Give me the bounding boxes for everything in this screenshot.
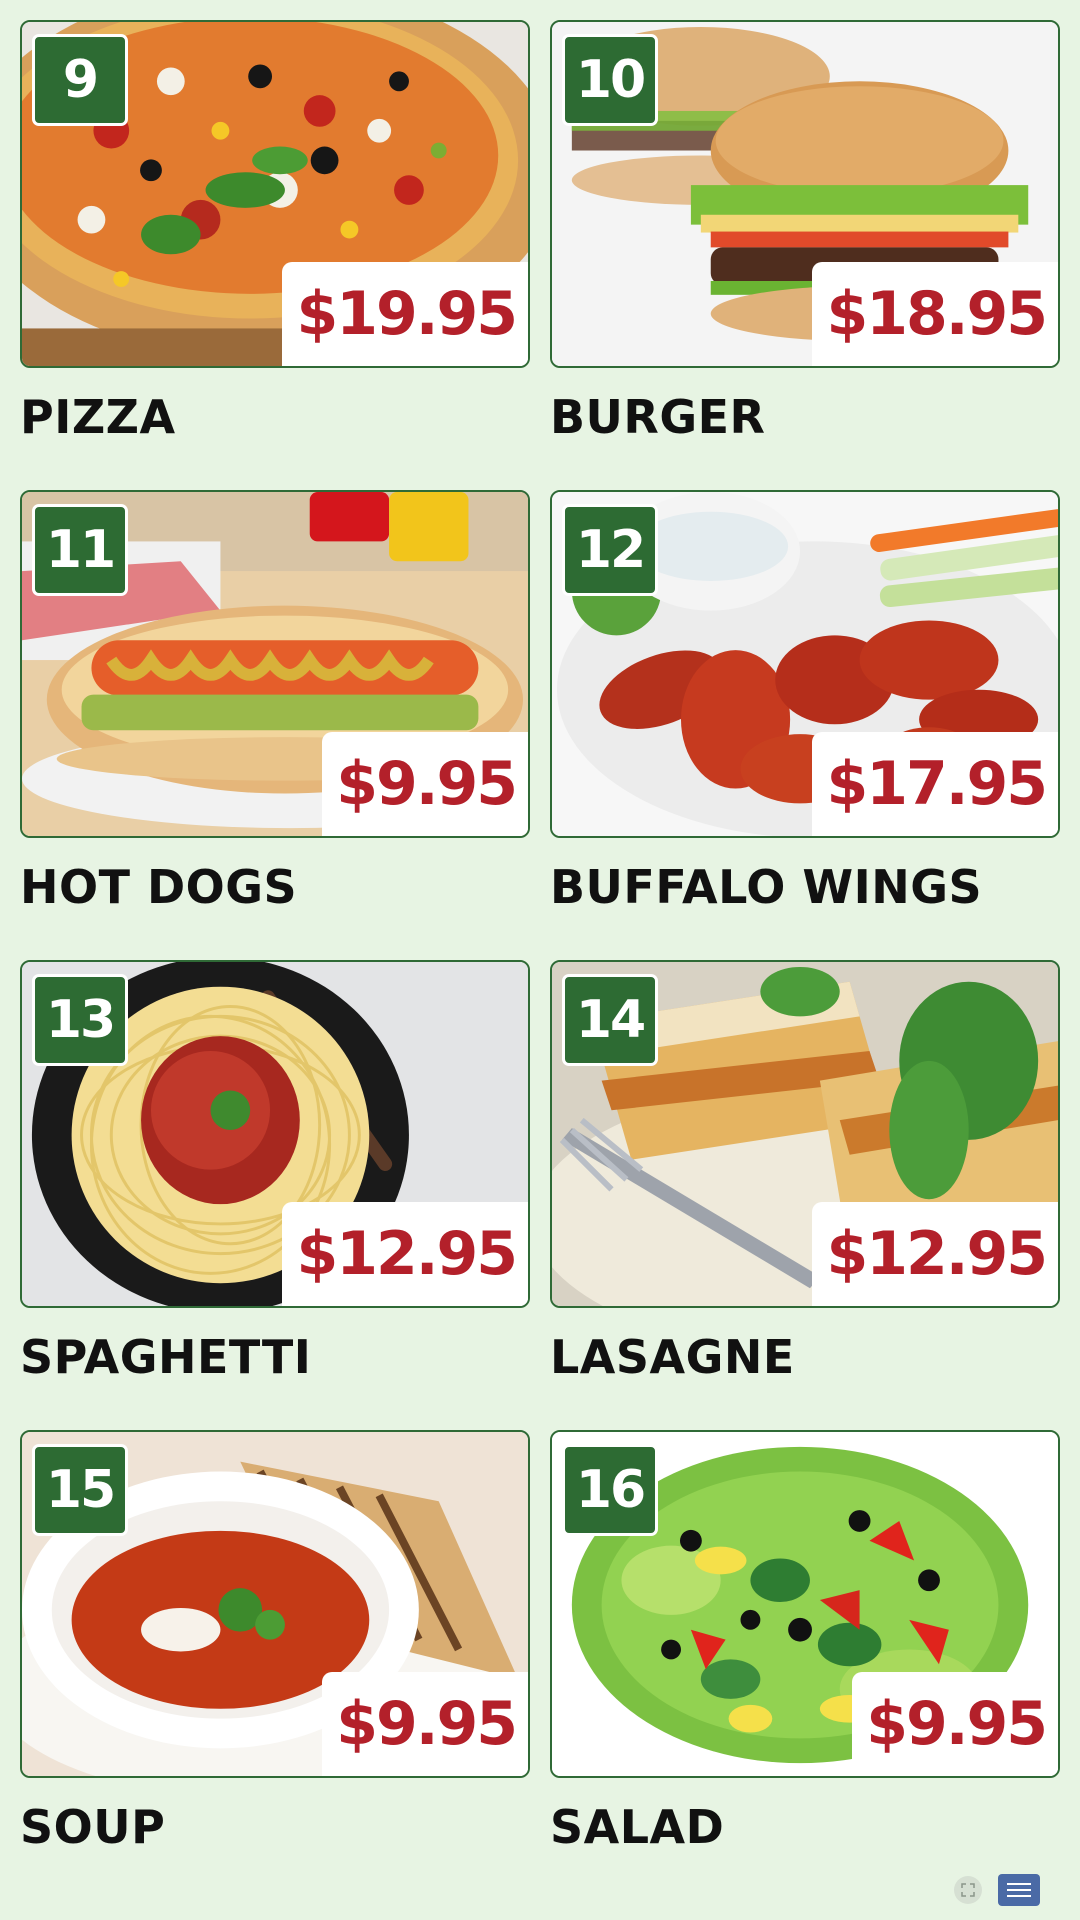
menu-item-burger[interactable]: 10 $18.95 BURGER <box>550 20 1060 490</box>
item-number-badge: 10 <box>562 34 658 126</box>
item-name: HOT DOGS <box>20 860 298 914</box>
hamburger-menu-icon <box>1007 1889 1031 1891</box>
burger-photo: 10 $18.95 <box>550 20 1060 368</box>
soup-photo: 15 $9.95 <box>20 1430 530 1778</box>
buffalo-wings-photo: 12 $17.95 <box>550 490 1060 838</box>
hamburger-menu-button[interactable] <box>998 1874 1040 1906</box>
item-name: PIZZA <box>20 390 176 444</box>
menu-item-soup[interactable]: 15 $9.95 SOUP <box>20 1430 530 1900</box>
menu-grid: 9 $19.95 PIZZA 10 $18.95 BURGER 11 $9.95… <box>20 20 1060 1900</box>
menu-item-buffalo-wings[interactable]: 12 $17.95 BUFFALO WINGS <box>550 490 1060 960</box>
pizza-photo: 9 $19.95 <box>20 20 530 368</box>
salad-photo: 16 $9.95 <box>550 1430 1060 1778</box>
item-number-badge: 9 <box>32 34 128 126</box>
item-price: $19.95 <box>282 262 528 366</box>
item-name: LASAGNE <box>550 1330 795 1384</box>
item-name: SALAD <box>550 1800 725 1854</box>
item-number-badge: 16 <box>562 1444 658 1536</box>
fullscreen-button[interactable] <box>954 1876 982 1904</box>
item-price: $12.95 <box>812 1202 1058 1306</box>
spaghetti-photo: 13 $12.95 <box>20 960 530 1308</box>
item-number-badge: 14 <box>562 974 658 1066</box>
item-price: $17.95 <box>812 732 1058 836</box>
item-price: $12.95 <box>282 1202 528 1306</box>
item-number-badge: 13 <box>32 974 128 1066</box>
item-price: $18.95 <box>812 262 1058 366</box>
item-price: $9.95 <box>322 1672 528 1776</box>
item-name: BURGER <box>550 390 766 444</box>
lasagne-photo: 14 $12.95 <box>550 960 1060 1308</box>
item-name: BUFFALO WINGS <box>550 860 983 914</box>
hamburger-menu-icon <box>1007 1895 1031 1897</box>
item-price: $9.95 <box>852 1672 1058 1776</box>
menu-item-spaghetti[interactable]: 13 $12.95 SPAGHETTI <box>20 960 530 1430</box>
menu-item-pizza[interactable]: 9 $19.95 PIZZA <box>20 20 530 490</box>
hot-dog-photo: 11 $9.95 <box>20 490 530 838</box>
menu-item-salad[interactable]: 16 $9.95 SALAD <box>550 1430 1060 1900</box>
menu-item-lasagne[interactable]: 14 $12.95 LASAGNE <box>550 960 1060 1430</box>
item-price: $9.95 <box>322 732 528 836</box>
hamburger-menu-icon <box>1007 1883 1031 1885</box>
item-number-badge: 11 <box>32 504 128 596</box>
item-number-badge: 15 <box>32 1444 128 1536</box>
fullscreen-icon <box>961 1883 975 1897</box>
item-name: SPAGHETTI <box>20 1330 312 1384</box>
item-name: SOUP <box>20 1800 166 1854</box>
menu-item-hot-dogs[interactable]: 11 $9.95 HOT DOGS <box>20 490 530 960</box>
item-number-badge: 12 <box>562 504 658 596</box>
